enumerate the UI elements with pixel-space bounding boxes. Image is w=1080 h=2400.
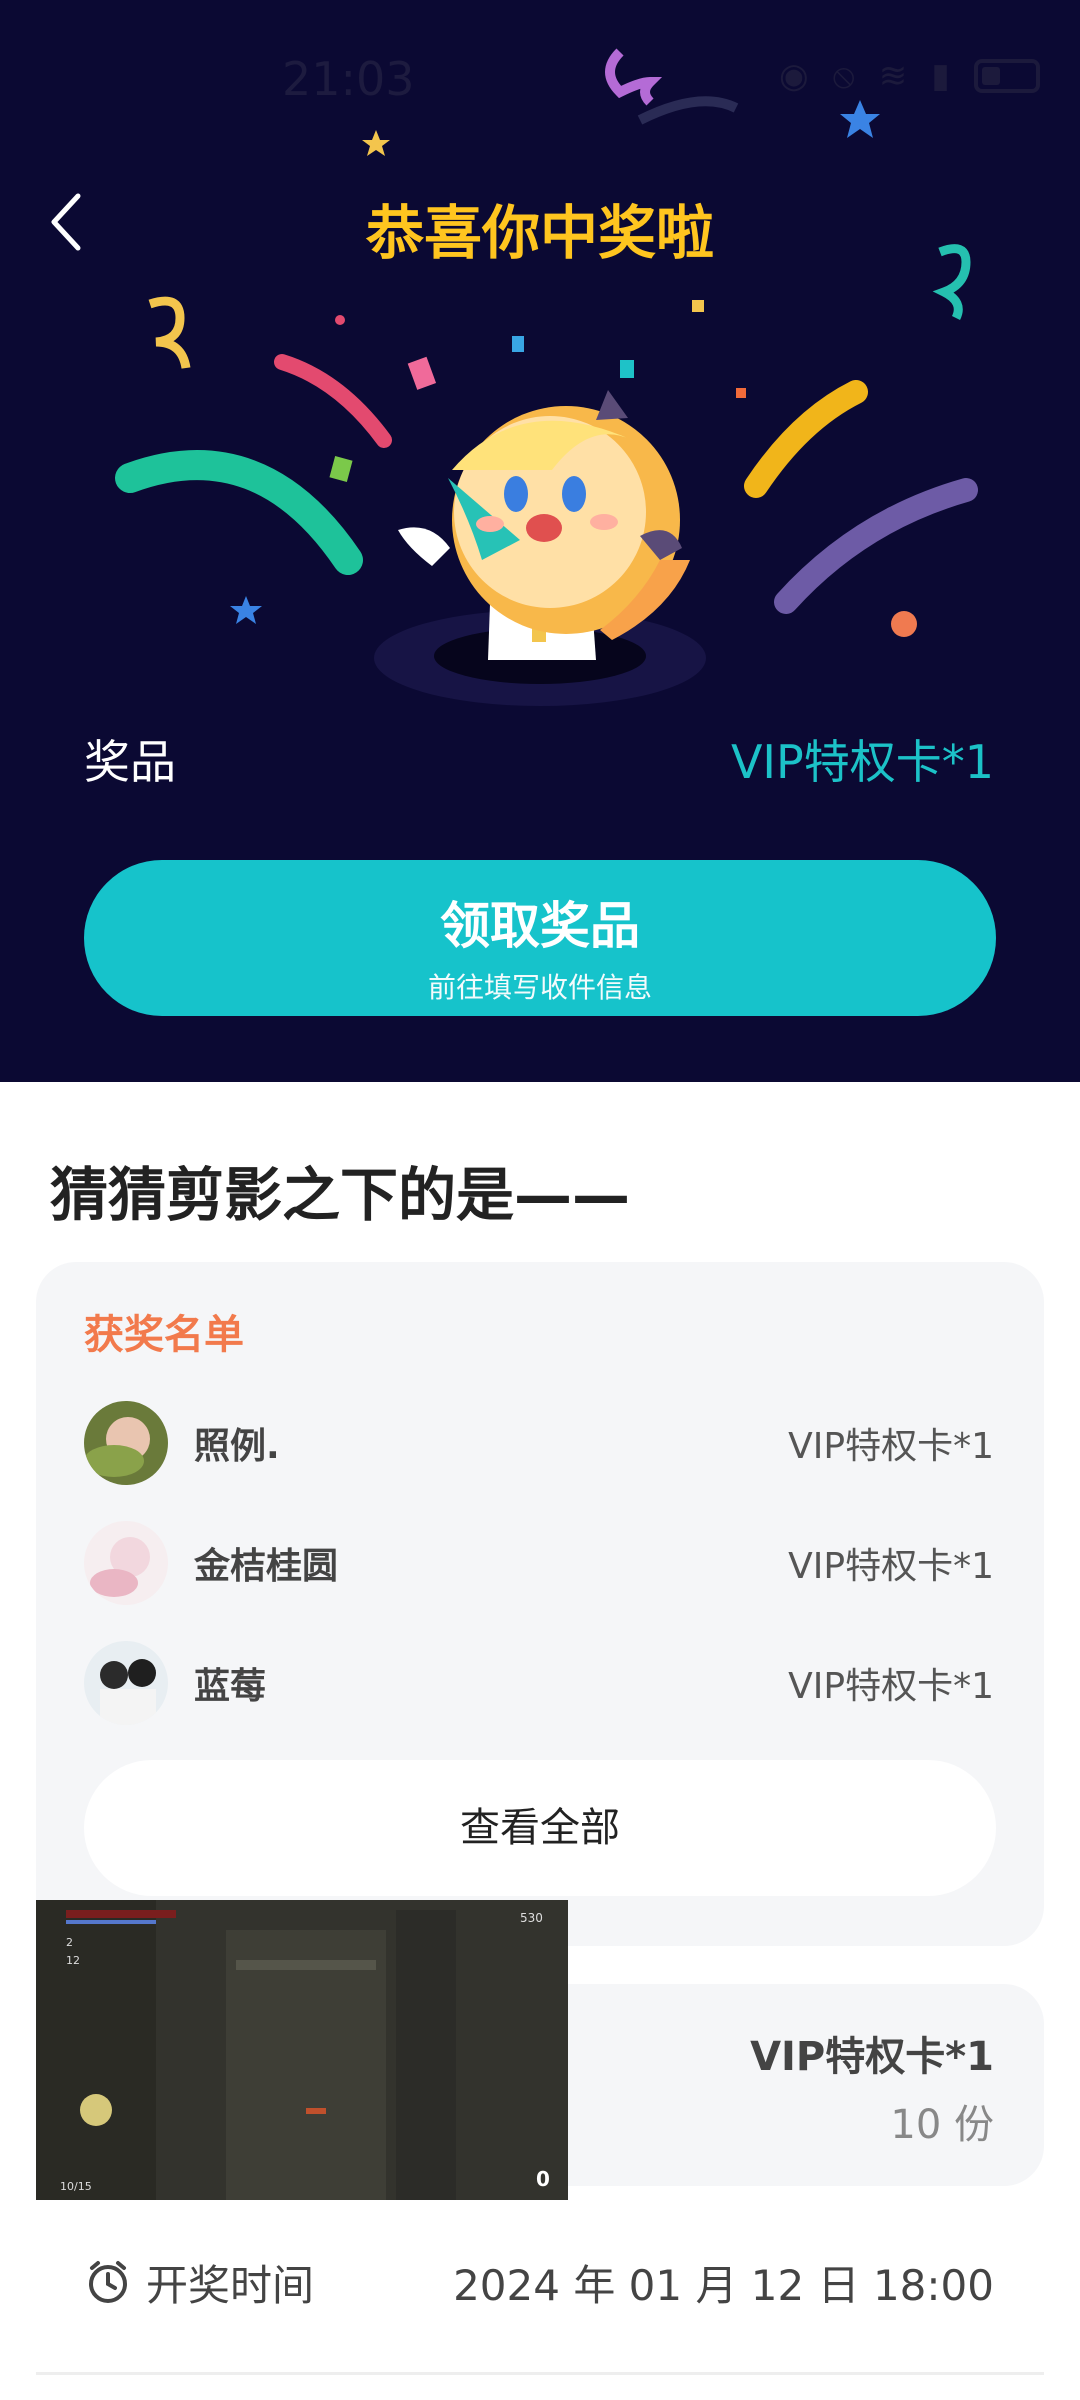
hud-ammo: 0 xyxy=(536,2167,550,2191)
winners-heading: 获奖名单 xyxy=(84,1312,244,1358)
winner-name: 蓝莓 xyxy=(194,1666,267,1707)
winner-name: 金桔桂圆 xyxy=(194,1546,339,1587)
prize-label: 奖品 xyxy=(84,735,176,789)
winner-row: 蓝莓 VIP特权卡*1 xyxy=(84,1638,994,1728)
draw-time-label: 开奖时间 xyxy=(146,2260,315,2310)
winner-name: 照例. xyxy=(194,1426,280,1467)
floating-video-player[interactable]: 530 2 12 10/15 0 xyxy=(36,1900,568,2200)
prize-card-count: 10 份 xyxy=(890,2102,994,2148)
draw-time-row: 开奖时间 2024 年 01 月 12 日 18:00 xyxy=(84,2246,994,2318)
prize-card-name: VIP特权卡*1 xyxy=(750,2034,994,2080)
page-title: 恭喜你中奖啦 xyxy=(365,199,714,267)
status-time: 21:03 xyxy=(282,52,415,106)
game-scene: 530 2 12 10/15 0 xyxy=(36,1900,568,2200)
avatar xyxy=(84,1521,168,1605)
prize-hero-banner: 21:03 ◉ ⦸ ≋ ▮ 恭喜你中奖啦 奖品 VIP特权卡*1 领取奖品 前往… xyxy=(0,0,1080,1082)
signal-icon: ▮ xyxy=(931,56,950,96)
alarm-clock-icon xyxy=(89,2261,127,2303)
activity-title: 猜猜剪影之下的是—— xyxy=(50,1161,631,1229)
hud-score: 530 xyxy=(520,1911,543,1925)
winner-prize: VIP特权卡*1 xyxy=(788,1666,994,1707)
winner-prize: VIP特权卡*1 xyxy=(788,1546,994,1587)
wifi-icon: ≋ xyxy=(878,56,908,96)
claim-button-subtitle: 前往填写收件信息 xyxy=(427,971,652,1004)
winner-row: 金桔桂圆 VIP特权卡*1 xyxy=(84,1518,994,1608)
avatar xyxy=(84,1401,168,1485)
status-bar: 21:03 ◉ ⦸ ≋ ▮ xyxy=(0,0,1080,150)
hud-counter: 10/15 xyxy=(60,2180,92,2193)
winner-prize: VIP特权卡*1 xyxy=(788,1426,994,1467)
eye-icon: ◉ xyxy=(778,56,809,96)
prize-value: VIP特权卡*1 xyxy=(730,735,994,789)
mute-icon: ⦸ xyxy=(832,56,855,96)
status-icons: ◉ ⦸ ≋ ▮ xyxy=(779,56,1040,96)
prize-row: 奖品 VIP特权卡*1 xyxy=(84,726,994,789)
divider xyxy=(36,2372,1044,2375)
hud-item-2: 12 xyxy=(66,1954,80,1967)
hud-item-1: 2 xyxy=(66,1936,73,1949)
battery-icon xyxy=(974,59,1040,93)
claim-prize-button[interactable]: 领取奖品 前往填写收件信息 xyxy=(84,860,996,1016)
avatar xyxy=(84,1641,168,1725)
draw-time-value: 2024 年 01 月 12 日 18:00 xyxy=(453,2260,994,2310)
winner-row: 照例. VIP特权卡*1 xyxy=(84,1398,994,1488)
winners-card: 获奖名单 照例. VIP特权卡*1 金桔桂圆 VIP特权卡*1 蓝莓 VIP特权… xyxy=(36,1262,1044,1946)
claim-button-title: 领取奖品 xyxy=(440,897,640,955)
view-all-button[interactable]: 查看全部 xyxy=(84,1760,996,1896)
